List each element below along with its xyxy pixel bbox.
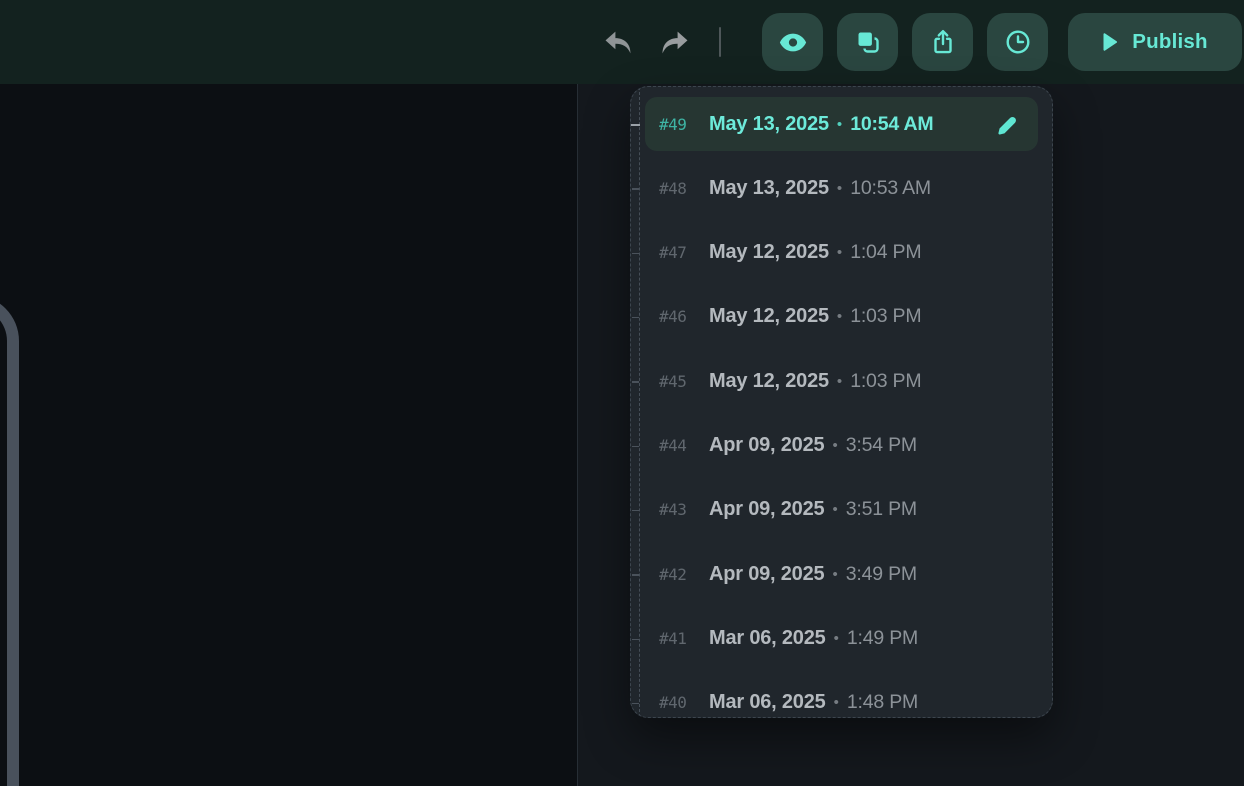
canvas-left-pane[interactable]	[0, 84, 577, 786]
version-date: May 12, 2025	[709, 370, 829, 393]
version-date: Apr 09, 2025	[709, 563, 824, 586]
version-row[interactable]: #47 May 12, 2025 • 1:04 PM	[645, 226, 1038, 280]
version-time: 3:54 PM	[846, 434, 917, 457]
eye-icon	[778, 29, 808, 56]
redo-button[interactable]	[655, 22, 695, 62]
version-history-panel: #49 May 13, 2025 • 10:54 AM	[630, 86, 1053, 718]
version-number: #43	[659, 500, 696, 519]
preview-button[interactable]	[762, 13, 823, 71]
play-icon	[1102, 33, 1118, 52]
version-number: #45	[659, 372, 696, 391]
version-row[interactable]: #40 Mar 06, 2025 • 1:48 PM	[645, 676, 1038, 718]
dot-separator: •	[837, 244, 842, 261]
version-row[interactable]: #49 May 13, 2025 • 10:54 AM	[645, 97, 1038, 151]
version-date: Mar 06, 2025	[709, 627, 826, 650]
dot-separator: •	[837, 116, 842, 133]
timeline-tick-icon	[632, 703, 639, 705]
version-row[interactable]: #42 Apr 09, 2025 • 3:49 PM	[645, 547, 1038, 601]
version-number: #47	[659, 243, 696, 262]
version-number: #44	[659, 436, 696, 455]
version-time: 3:51 PM	[846, 498, 917, 521]
canvas: #49 May 13, 2025 • 10:54 AM	[0, 84, 1244, 786]
history-button[interactable]	[987, 13, 1048, 71]
version-number: #41	[659, 629, 696, 648]
version-time: 1:03 PM	[850, 370, 921, 393]
version-date: May 12, 2025	[709, 305, 829, 328]
version-date: May 12, 2025	[709, 241, 829, 264]
version-date: Apr 09, 2025	[709, 434, 824, 457]
timeline-tick-icon	[632, 639, 639, 641]
timeline-tick-icon	[630, 124, 640, 126]
timeline-tick-icon	[632, 188, 639, 190]
timeline-tick-icon	[632, 446, 639, 448]
dot-separator: •	[834, 630, 839, 647]
dot-separator: •	[837, 308, 842, 325]
publish-button[interactable]: Publish	[1068, 13, 1242, 71]
version-number: #48	[659, 179, 696, 198]
dot-separator: •	[834, 694, 839, 711]
app-root: Publish #49 May 13, 2025 • 10:54 AM	[0, 0, 1244, 786]
version-row[interactable]: #46 May 12, 2025 • 1:03 PM	[645, 290, 1038, 344]
undo-button[interactable]	[598, 22, 638, 62]
version-number: #49	[659, 115, 696, 134]
page-frame-corner	[0, 295, 19, 786]
edit-version-name-button[interactable]	[995, 113, 1018, 136]
dot-separator: •	[837, 180, 842, 197]
timeline-tick-icon	[632, 317, 639, 319]
publish-label: Publish	[1132, 30, 1207, 54]
dot-separator: •	[832, 501, 837, 518]
version-time: 3:49 PM	[846, 563, 917, 586]
version-time: 10:54 AM	[850, 113, 933, 136]
timeline-tick-icon	[632, 510, 639, 512]
version-time: 1:49 PM	[847, 627, 918, 650]
dot-separator: •	[837, 373, 842, 390]
timeline-tick-icon	[632, 574, 639, 576]
version-time: 10:53 AM	[850, 177, 931, 200]
timeline-tick-icon	[632, 381, 639, 383]
layers-copy-icon	[854, 28, 882, 56]
version-number: #40	[659, 693, 696, 712]
undo-icon	[602, 29, 634, 56]
timeline-tick-icon	[632, 253, 639, 255]
toolbar-divider	[719, 27, 721, 57]
topbar: Publish	[0, 0, 1244, 84]
version-row[interactable]: #45 May 12, 2025 • 1:03 PM	[645, 354, 1038, 408]
share-up-icon	[929, 28, 957, 56]
version-date: May 13, 2025	[709, 177, 829, 200]
version-row[interactable]: #44 Apr 09, 2025 • 3:54 PM	[645, 419, 1038, 473]
version-date: May 13, 2025	[709, 113, 829, 136]
copy-button[interactable]	[837, 13, 898, 71]
version-date: Apr 09, 2025	[709, 498, 824, 521]
version-number: #46	[659, 307, 696, 326]
version-row[interactable]: #43 Apr 09, 2025 • 3:51 PM	[645, 483, 1038, 537]
version-row[interactable]: #41 Mar 06, 2025 • 1:49 PM	[645, 612, 1038, 666]
clock-history-icon	[1004, 28, 1032, 56]
version-time: 1:04 PM	[850, 241, 921, 264]
dot-separator: •	[832, 566, 837, 583]
timeline-dashed-line	[639, 87, 640, 717]
version-date: Mar 06, 2025	[709, 691, 826, 714]
version-number: #42	[659, 565, 696, 584]
pencil-icon	[995, 113, 1018, 136]
share-button[interactable]	[912, 13, 973, 71]
redo-icon	[659, 29, 691, 56]
version-time: 1:03 PM	[850, 305, 921, 328]
version-row[interactable]: #48 May 13, 2025 • 10:53 AM	[645, 161, 1038, 215]
version-time: 1:48 PM	[847, 691, 918, 714]
dot-separator: •	[832, 437, 837, 454]
